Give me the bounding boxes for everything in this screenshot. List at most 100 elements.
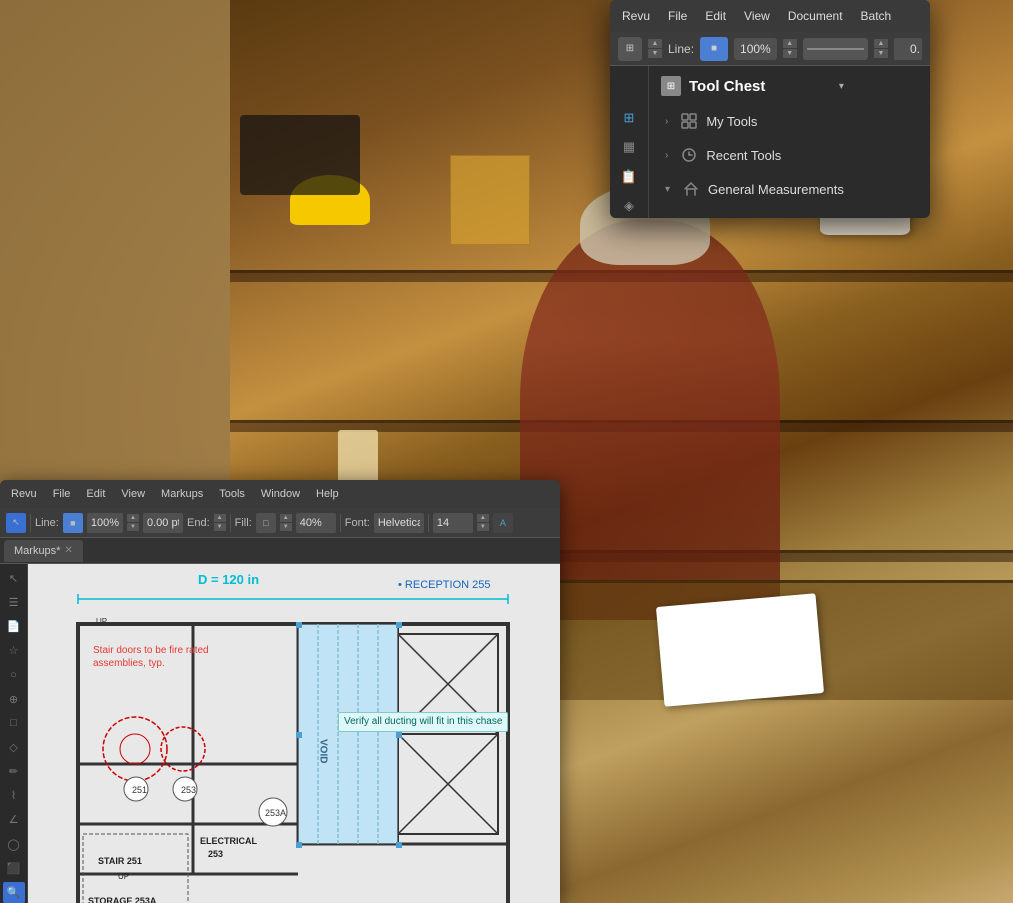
arrow-down-1[interactable]: ▼ [648,49,662,58]
menu-file[interactable]: File [660,5,695,27]
bp-sidebar-hand[interactable]: ☰ [3,592,25,613]
tool-chest-chevron: ▾ [839,81,844,92]
tool-chest-header[interactable]: ⊞ Tool Chest ▾ [649,66,856,104]
bp-sidebar-circle[interactable]: ○ [3,665,25,686]
reception-label: • RECEPTION 255 [398,579,491,591]
bp-sidebar-doc[interactable]: 📄 [3,616,25,637]
bp-line-width-input[interactable] [143,513,183,533]
toolbar-icon-1[interactable]: ⊞ [618,37,642,61]
svg-text:VOID: VOID [318,739,329,763]
arrow-down-3[interactable]: ▼ [874,49,888,58]
bp-end-arrows[interactable]: ▲ ▼ [214,514,226,531]
bp-font-size-input[interactable] [433,513,473,533]
dimension-label: D = 120 in [198,572,259,587]
bp-menu-tools[interactable]: Tools [212,486,252,502]
bp-font-label: Font: [345,517,370,529]
bp-end-down[interactable]: ▼ [214,523,226,531]
bp-menu-file[interactable]: File [46,486,78,502]
tool-chest-icon: ⊞ [661,76,681,96]
bp-menu-window[interactable]: Window [254,486,307,502]
side-icon-doc[interactable]: 📋 [617,165,641,189]
bp-sidebar-line[interactable]: ⌇ [3,785,25,806]
bp-sidebar-fill[interactable]: ⬛ [3,858,25,879]
side-icon-bar: ⊞ ▦ 📋 ◈ [610,98,648,218]
side-icon-layers[interactable]: ◈ [617,195,641,219]
tab-markups[interactable]: Markups* ✕ [4,540,83,562]
my-tools-chevron: › [665,116,668,127]
bp-sidebar-zoom[interactable]: 🔍 [3,882,25,903]
line-label: Line: [668,42,694,56]
bp-arrow-down[interactable]: ▼ [127,523,139,531]
bp-fill-up[interactable]: ▲ [280,514,292,522]
bp-tool-select[interactable]: ↖ [6,513,26,533]
bp-main-content: ↖ ☰ 📄 ☆ ○ ⊕ □ ◇ ✏ ⌇ ∠ ◯ ⬛ 🔍 [0,564,560,903]
bp-fill-arrows[interactable]: ▲ ▼ [280,514,292,531]
bp-menu-help[interactable]: Help [309,486,346,502]
bp-separator-4 [428,514,429,532]
side-icon-panels[interactable]: ▦ [617,136,641,160]
bp-menu-view[interactable]: View [114,486,152,502]
toolbar-number-input[interactable] [894,38,922,60]
svg-text:253: 253 [208,849,223,859]
bp-percent-arrows[interactable]: ▲ ▼ [127,514,139,531]
bp-arrow-up[interactable]: ▲ [127,514,139,522]
svg-text:253: 253 [181,785,196,795]
tool-chest-dropdown: Revu File Edit View Document Batch ⊞ ▲ ▼… [610,0,930,218]
tool-chest-title: Tool Chest [689,78,831,95]
tab-markups-close[interactable]: ✕ [64,545,72,556]
bp-fill-color[interactable]: □ [256,513,276,533]
bp-fill-label: Fill: [235,517,252,529]
bp-sidebar-select[interactable]: ↖ [3,568,25,589]
arrow-up-3[interactable]: ▲ [874,39,888,48]
bp-tool-extra[interactable]: A [493,513,513,533]
bp-menu-revu[interactable]: Revu [4,486,44,502]
bp-percent-value: 100% [91,517,119,529]
svg-text:ELECTRICAL: ELECTRICAL [200,836,257,846]
line-color-picker[interactable]: ■ [700,37,728,61]
toolbar-arrows-1[interactable]: ▲ ▼ [648,39,662,58]
arrow-down-2[interactable]: ▼ [783,49,797,58]
bp-sidebar-angle[interactable]: ∠ [3,809,25,830]
recent-tools-chevron: › [665,150,668,161]
toolbar-arrows-2[interactable]: ▲ ▼ [783,39,797,58]
bp-sidebar-ellipse[interactable]: ◯ [3,834,25,855]
bp-separator-1 [30,514,31,532]
menu-view[interactable]: View [736,5,778,27]
bp-sidebar-crosshair[interactable]: ⊕ [3,689,25,710]
arrow-up-2[interactable]: ▲ [783,39,797,48]
menu-batch[interactable]: Batch [853,5,900,27]
menu-item-general-measurements[interactable]: ▾ General Measurements [649,172,856,206]
toolbar-arrows-3[interactable]: ▲ ▼ [874,39,888,58]
bp-menu-edit[interactable]: Edit [79,486,112,502]
bp-fill-down[interactable]: ▼ [280,523,292,531]
menu-item-recent-tools[interactable]: › Recent Tools [649,138,856,172]
zoom-percent: 100% [734,38,777,60]
menu-item-my-tools[interactable]: › My Tools [649,104,856,138]
line-style-box[interactable] [803,38,868,60]
menu-revu[interactable]: Revu [614,5,658,27]
bp-end-label: End: [187,517,210,529]
bp-fontsize-down[interactable]: ▼ [477,523,489,531]
tab-markups-label: Markups* [14,545,60,557]
arrow-up-1[interactable]: ▲ [648,39,662,48]
bp-fontsize-up[interactable]: ▲ [477,514,489,522]
binder [656,593,824,707]
bp-left-sidebar: ↖ ☰ 📄 ☆ ○ ⊕ □ ◇ ✏ ⌇ ∠ ◯ ⬛ 🔍 [0,564,28,903]
bp-end-up[interactable]: ▲ [214,514,226,522]
bp-sidebar-bookmark[interactable]: ☆ [3,640,25,661]
menu-document[interactable]: Document [780,5,851,27]
bp-fill-percent-input[interactable] [296,513,336,533]
side-icon-grid[interactable]: ⊞ [617,106,641,130]
bp-sidebar-pen[interactable]: ✏ [3,761,25,782]
menu-edit[interactable]: Edit [697,5,734,27]
bp-font-input[interactable] [374,513,424,533]
bp-sidebar-diamond[interactable]: ◇ [3,737,25,758]
bp-sidebar-rect[interactable]: □ [3,713,25,734]
bp-menu-markups[interactable]: Markups [154,486,210,502]
bp-toolbar: ↖ Line: ■ 100% ▲ ▼ End: ▲ ▼ Fill: □ ▲ ▼ … [0,508,560,538]
my-tools-icon [680,112,698,130]
bp-drawing-area[interactable]: STAIR 251 UP ELECTRICAL 253 251 253 STOR… [28,564,560,903]
svg-text:253A: 253A [265,808,286,818]
bp-line-color[interactable]: ■ [63,513,83,533]
bp-fontsize-arrows[interactable]: ▲ ▼ [477,514,489,531]
